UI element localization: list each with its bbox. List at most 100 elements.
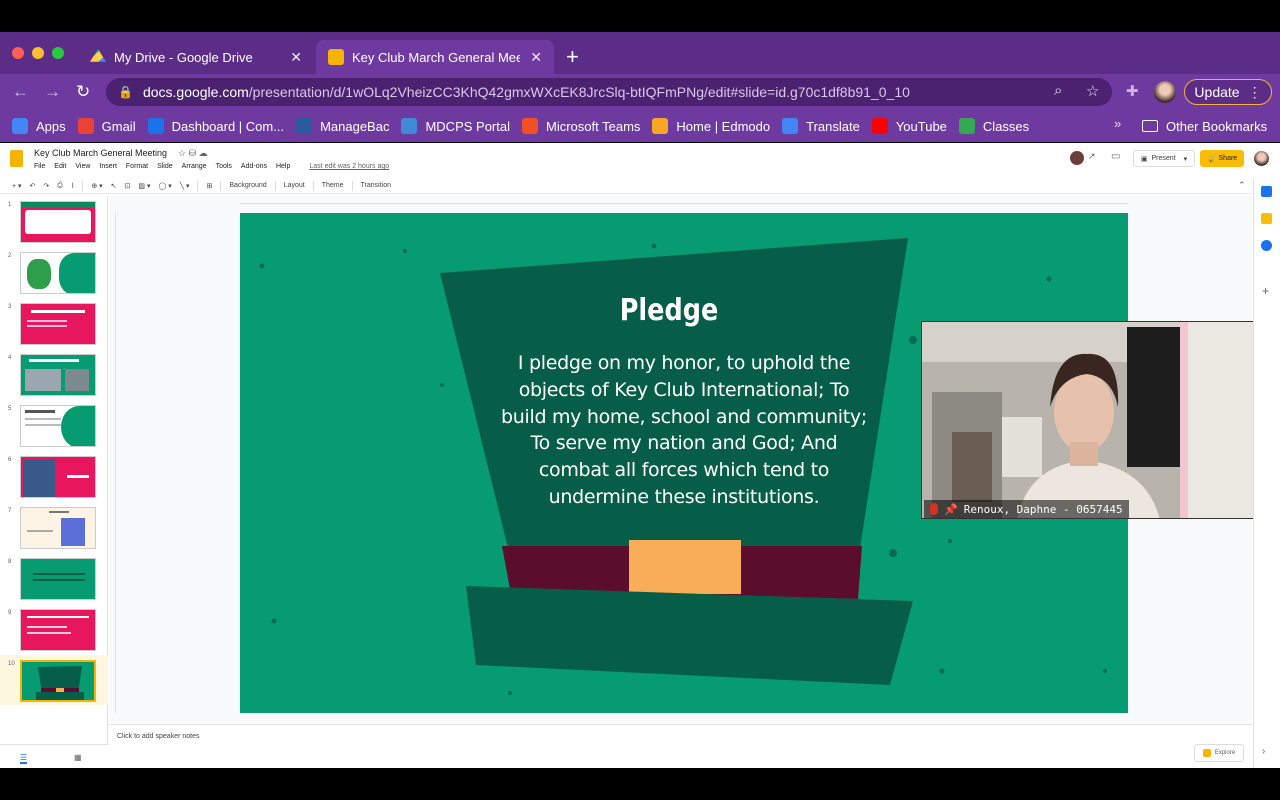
slide-thumbnail-row[interactable]: 4 <box>0 349 108 399</box>
image-icon[interactable]: ▨ ▾ <box>138 182 150 190</box>
activity-icon[interactable]: ↗ <box>1088 151 1096 162</box>
slide-thumbnail-row[interactable]: 6 <box>0 451 108 501</box>
menu-item[interactable]: Format <box>126 163 148 170</box>
slide-thumbnail[interactable] <box>20 201 96 243</box>
slide-thumbnail-row[interactable]: 2 <box>0 247 108 297</box>
star-icon[interactable]: ☆ ⛁ ☁ <box>178 148 208 159</box>
forward-arrow-icon[interactable]: → <box>44 82 61 102</box>
transition-button[interactable]: Transition <box>361 182 391 189</box>
bookmark-item[interactable]: Apps <box>12 118 66 134</box>
slide-thumbnail[interactable] <box>20 660 96 702</box>
maximize-window-button[interactable] <box>52 47 64 59</box>
menu-item[interactable]: File <box>34 163 45 170</box>
slide-thumbnail[interactable] <box>20 354 96 396</box>
profile-avatar[interactable] <box>1154 81 1176 103</box>
slide-thumbnail-row[interactable]: 9 <box>0 604 108 654</box>
update-button[interactable]: Update ⋮ <box>1184 79 1272 105</box>
url-input[interactable]: 🔒 docs.google.com/presentation/d/1wOLq2V… <box>106 78 1112 106</box>
layout-button[interactable]: Layout <box>284 182 305 189</box>
other-bookmarks-button[interactable]: Other Bookmarks <box>1142 110 1267 142</box>
menu-item[interactable]: Insert <box>99 163 117 170</box>
shape-icon[interactable]: ◯ ▾ <box>158 182 171 190</box>
search-icon[interactable]: ⌕ <box>1054 82 1062 99</box>
slide-thumbnail-row[interactable]: 5 <box>0 400 108 450</box>
slides-logo-icon[interactable] <box>10 150 23 167</box>
document-title[interactable]: Key Club March General Meeting <box>34 148 167 158</box>
menu-item[interactable]: Edit <box>54 163 66 170</box>
slide-title[interactable]: Pledge <box>584 293 754 328</box>
slide-thumbnail-row[interactable]: 1 <box>0 196 108 246</box>
tasks-icon[interactable] <box>1261 240 1272 251</box>
new-slide-button[interactable]: + ▾ <box>12 182 22 190</box>
slide-thumbnail-row[interactable]: 8 <box>0 553 108 603</box>
zoom-icon[interactable]: ⊕ ▾ <box>91 182 102 190</box>
chevron-right-icon[interactable]: › <box>1262 746 1265 757</box>
slide-thumbnail[interactable] <box>20 456 96 498</box>
bookmarks-overflow-button[interactable]: » <box>1114 116 1121 131</box>
back-arrow-icon[interactable]: ← <box>12 82 29 102</box>
menu-item[interactable]: Tools <box>216 163 232 170</box>
close-window-button[interactable] <box>12 47 24 59</box>
collaborator-avatar[interactable] <box>1070 151 1084 165</box>
bookmark-star-icon[interactable]: ☆ <box>1086 82 1099 100</box>
bookmark-item[interactable]: Home | Edmodo <box>652 118 770 134</box>
chevron-up-icon[interactable]: ⌃ <box>1238 180 1246 191</box>
close-icon[interactable]: ✕ <box>290 49 302 66</box>
slide-thumbnail[interactable] <box>20 252 96 294</box>
reload-icon[interactable]: ↻ <box>76 82 90 102</box>
background-button[interactable]: Background <box>229 182 266 189</box>
menu-item[interactable]: Add-ons <box>241 163 267 170</box>
share-button[interactable]: 🔒 Share <box>1200 150 1244 167</box>
keep-icon[interactable] <box>1261 213 1272 224</box>
grid-view-icon[interactable]: ▦ <box>74 753 82 762</box>
slide-thumbnail-row[interactable]: 3 <box>0 298 108 348</box>
bookmark-item[interactable]: Classes <box>958 118 1029 134</box>
menu-item[interactable]: Arrange <box>182 163 207 170</box>
bookmark-item[interactable]: Dashboard | Com... <box>147 118 284 134</box>
bookmark-item[interactable]: Microsoft Teams <box>522 118 640 134</box>
slide-thumbnail[interactable] <box>20 303 96 345</box>
tab-my-drive[interactable]: My Drive - Google Drive ✕ <box>78 40 314 74</box>
account-avatar[interactable] <box>1254 151 1269 166</box>
menu-item[interactable]: View <box>75 163 90 170</box>
speaker-notes-panel[interactable] <box>109 724 1252 768</box>
select-icon[interactable]: ↖ <box>111 182 117 190</box>
slide-thumbnail[interactable] <box>20 609 96 651</box>
bookmark-item[interactable]: MDCPS Portal <box>401 118 510 134</box>
comment-add-icon[interactable]: ⊞ <box>206 182 212 190</box>
slide-thumbnail-row[interactable]: 7 <box>0 502 108 552</box>
explore-button[interactable]: Explore <box>1194 744 1244 762</box>
calendar-icon[interactable] <box>1261 186 1272 197</box>
textbox-icon[interactable]: ⊡ <box>125 182 131 190</box>
menu-item[interactable]: Slide <box>157 163 173 170</box>
slide-body-text[interactable]: I pledge on my honor, to uphold the obje… <box>495 350 873 511</box>
redo-icon[interactable]: ↷ <box>43 182 49 190</box>
video-call-overlay[interactable] <box>921 321 1269 519</box>
comment-icon[interactable]: ▭ <box>1111 151 1120 162</box>
speaker-notes-placeholder[interactable]: Click to add speaker notes <box>117 733 200 740</box>
new-tab-button[interactable]: + <box>566 44 579 70</box>
bookmark-item[interactable]: Gmail <box>77 118 136 134</box>
add-addon-icon[interactable]: + <box>1262 284 1269 298</box>
list-view-icon[interactable]: ☰ <box>20 753 28 764</box>
slide-thumbnail-row-selected[interactable]: 10 <box>0 655 108 705</box>
print-icon[interactable]: ⎙ <box>57 182 63 190</box>
tab-key-club[interactable]: Key Club March General Meeti ✕ <box>316 40 554 74</box>
menu-item[interactable]: Help <box>276 163 290 170</box>
slide-thumbnail[interactable] <box>20 558 96 600</box>
bookmark-item[interactable]: Translate <box>782 118 860 134</box>
minimize-window-button[interactable] <box>32 47 44 59</box>
undo-icon[interactable]: ↶ <box>30 182 36 190</box>
extensions-icon[interactable]: ✚ <box>1126 82 1139 100</box>
paint-format-icon[interactable]: ⌇ <box>71 182 74 190</box>
bookmark-item[interactable]: ManageBac <box>296 118 389 134</box>
present-button[interactable]: ▣ Present ▾ <box>1133 150 1195 167</box>
pin-icon[interactable]: 📌 <box>944 503 958 516</box>
line-icon[interactable]: ╲ ▾ <box>180 182 190 190</box>
slide-thumbnail[interactable] <box>20 507 96 549</box>
bookmark-item[interactable]: YouTube <box>871 118 947 134</box>
slide-thumbnail[interactable] <box>20 405 96 447</box>
last-edit-link[interactable]: Last edit was 2 hours ago <box>309 163 389 170</box>
close-icon[interactable]: ✕ <box>530 49 542 66</box>
theme-button[interactable]: Theme <box>322 182 344 189</box>
